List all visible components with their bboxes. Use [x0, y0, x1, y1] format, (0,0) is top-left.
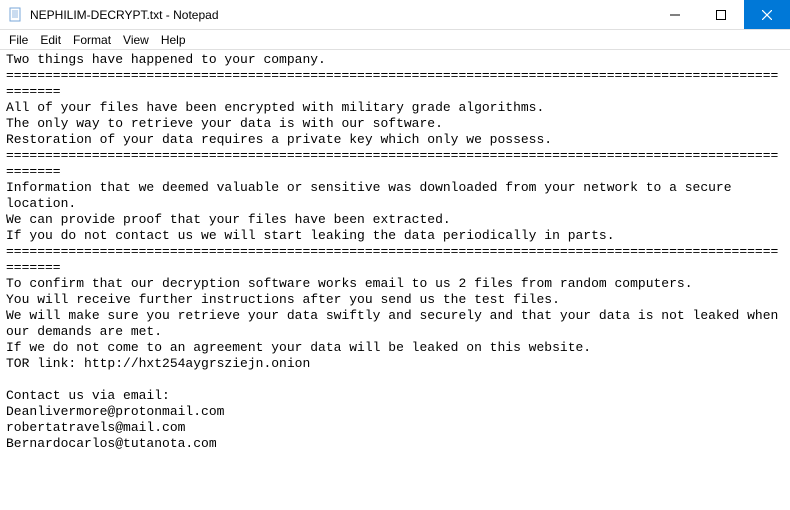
text-area[interactable]: Two things have happened to your company…	[0, 50, 790, 510]
menu-file[interactable]: File	[4, 31, 33, 49]
menu-view[interactable]: View	[118, 31, 154, 49]
close-button[interactable]	[744, 0, 790, 29]
window-controls	[652, 0, 790, 29]
notepad-icon	[8, 7, 24, 23]
menubar: File Edit Format View Help	[0, 30, 790, 50]
menu-edit[interactable]: Edit	[35, 31, 66, 49]
window-title: NEPHILIM-DECRYPT.txt - Notepad	[30, 8, 652, 22]
menu-format[interactable]: Format	[68, 31, 116, 49]
minimize-button[interactable]	[652, 0, 698, 29]
titlebar: NEPHILIM-DECRYPT.txt - Notepad	[0, 0, 790, 30]
maximize-button[interactable]	[698, 0, 744, 29]
menu-help[interactable]: Help	[156, 31, 191, 49]
